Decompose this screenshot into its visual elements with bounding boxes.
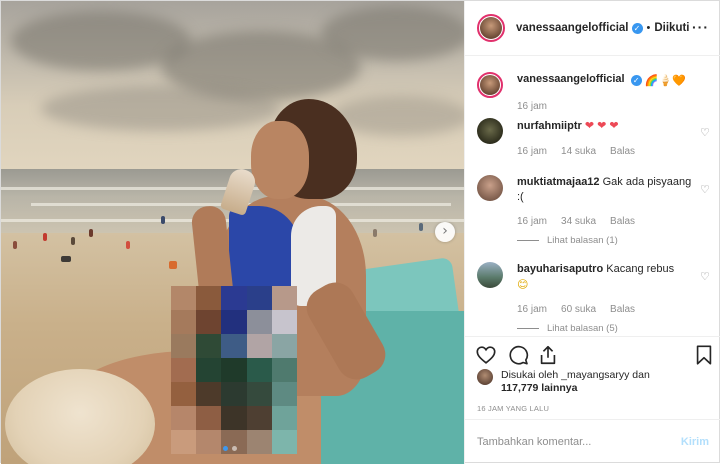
comment-item: bayuharisaputro Kacang rebus 😊 ♡ 16 jam …	[477, 262, 713, 336]
author-avatar[interactable]	[477, 14, 505, 42]
post-sidebar: vanessaangelofficial ✓ • Diikuti ··· van…	[464, 1, 720, 464]
caption-meta: 16 jam	[517, 101, 547, 112]
comment-likes[interactable]: 60 suka	[561, 304, 596, 315]
chevron-right-icon[interactable]: ›	[435, 222, 455, 242]
comment-likes[interactable]: 14 suka	[561, 146, 596, 157]
commenter-username[interactable]: muktiatmajaa12	[517, 176, 600, 188]
comment-time[interactable]: 16 jam	[517, 216, 547, 227]
carousel-indicator	[223, 446, 237, 451]
caption-username[interactable]: vanessaangelofficial	[517, 73, 625, 85]
action-bar	[465, 336, 720, 366]
bookmark-icon[interactable]	[693, 344, 715, 366]
follow-status-button[interactable]: Diikuti	[654, 22, 689, 34]
smile-emoji: 😊	[517, 278, 529, 291]
like-comment-heart-icon[interactable]: ♡	[700, 126, 711, 139]
likes-count[interactable]: 117,779 lainnya	[501, 382, 650, 395]
comment-composer: Kirim	[465, 419, 720, 464]
liker-avatar[interactable]	[477, 369, 493, 385]
comment-time[interactable]: 16 jam	[517, 304, 547, 315]
comment-meta: 16 jam 14 suka Balas	[517, 146, 635, 157]
beachgoer	[61, 256, 71, 262]
view-replies-button[interactable]: Lihat balasan (5)	[517, 323, 618, 334]
more-options-icon[interactable]: ···	[692, 19, 709, 35]
comment-likes[interactable]: 34 suka	[561, 216, 596, 227]
face	[251, 121, 309, 199]
like-comment-heart-icon[interactable]: ♡	[700, 270, 711, 283]
beachgoer	[161, 216, 165, 224]
heart-emoji: ❤	[597, 119, 607, 132]
author-avatar[interactable]	[477, 72, 503, 98]
comment-item: muktiatmajaa12 Gak ada pisyaang :( ♡ 16 …	[477, 175, 713, 250]
comment-text: nurfahmiiptr ❤ ❤ ❤	[517, 118, 697, 134]
beachgoer	[43, 233, 47, 241]
beachgoer	[71, 237, 75, 245]
post-photo[interactable]: ›	[1, 1, 464, 464]
view-replies-label: Lihat balasan (1)	[547, 235, 618, 246]
heart-emoji: ❤	[609, 119, 619, 132]
heart-emoji: ❤	[584, 119, 595, 132]
ice-cream-emoji: 🍦	[658, 75, 673, 87]
beachgoer	[126, 241, 130, 249]
beachgoer	[419, 223, 423, 231]
separator-dot: •	[646, 22, 651, 34]
author-username[interactable]: vanessaangelofficial	[516, 22, 629, 34]
reply-button[interactable]: Balas	[610, 216, 635, 227]
cloud	[321, 6, 464, 61]
comment-item: nurfahmiiptr ❤ ❤ ❤ ♡ 16 jam 14 suka Bala…	[477, 118, 713, 168]
caption-text: vanessaangelofficial ✓ 🌈🍦🧡	[517, 72, 697, 89]
commenter-avatar[interactable]	[477, 118, 503, 144]
comment-body: Kacang rebus	[606, 263, 675, 275]
view-replies-button[interactable]: Lihat balasan (1)	[517, 235, 618, 246]
beachgoer	[373, 229, 377, 237]
orange-heart-emoji: 🧡	[672, 75, 686, 87]
commenter-avatar[interactable]	[477, 175, 503, 201]
heart-icon[interactable]	[475, 344, 497, 366]
carousel-dot	[232, 446, 237, 451]
beachgoer	[13, 241, 17, 249]
comment-text: bayuharisaputro Kacang rebus 😊	[517, 262, 697, 293]
comment-icon[interactable]	[507, 344, 529, 366]
likes-line1[interactable]: Disukai oleh _mayangsaryy dan	[501, 369, 650, 382]
comment-meta: 16 jam 34 suka Balas	[517, 216, 635, 227]
instagram-post: › vanessaangelofficial ✓ • Diikuti ··· v…	[0, 0, 720, 464]
reply-button[interactable]: Balas	[610, 304, 635, 315]
caption-time[interactable]: 16 jam	[517, 101, 547, 112]
beachgoer	[89, 229, 93, 237]
verified-icon: ✓	[630, 75, 642, 86]
carousel-dot-active	[223, 446, 228, 451]
like-comment-heart-icon[interactable]: ♡	[700, 183, 711, 196]
likes-summary: Disukai oleh _mayangsaryy dan 117,779 la…	[477, 369, 713, 395]
post-header: vanessaangelofficial ✓ • Diikuti ···	[465, 1, 720, 56]
comment-meta: 16 jam 60 suka Balas	[517, 304, 635, 315]
rainbow-emoji: 🌈	[644, 75, 659, 87]
commenter-username[interactable]: nurfahmiiptr	[517, 120, 582, 132]
post-timestamp[interactable]: 16 JAM YANG LALU	[477, 404, 549, 413]
commenter-username[interactable]: bayuharisaputro	[517, 263, 603, 275]
censor-mosaic	[171, 286, 297, 454]
cloud	[41, 86, 281, 131]
comment-text: muktiatmajaa12 Gak ada pisyaang :(	[517, 175, 697, 205]
reply-button[interactable]: Balas	[610, 146, 635, 157]
comment-input[interactable]	[477, 436, 681, 448]
comment-time[interactable]: 16 jam	[517, 146, 547, 157]
view-replies-label: Lihat balasan (5)	[547, 323, 618, 334]
verified-icon: ✓	[631, 22, 643, 34]
comments-list: vanessaangelofficial ✓ 🌈🍦🧡 16 jam nurfah…	[465, 56, 720, 336]
share-icon[interactable]	[537, 344, 559, 366]
post-comment-button[interactable]: Kirim	[681, 436, 709, 448]
commenter-avatar[interactable]	[477, 262, 503, 288]
beachgoer	[169, 261, 177, 269]
caption: vanessaangelofficial ✓ 🌈🍦🧡 16 jam	[477, 72, 713, 122]
